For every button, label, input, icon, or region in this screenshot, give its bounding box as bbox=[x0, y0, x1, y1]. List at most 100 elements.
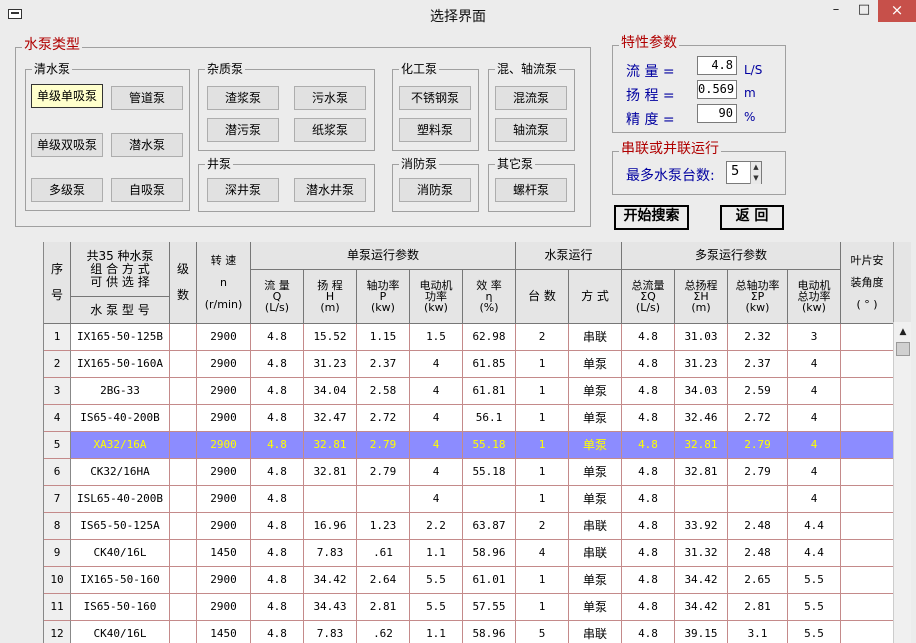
cell-total-head: 39.15 bbox=[675, 621, 728, 643]
vertical-scrollbar[interactable]: ▲ bbox=[893, 322, 911, 643]
table-row[interactable]: 2 IX165-50-160A 2900 4.8 31.23 2.37 4 61.85 1 单泵 4… bbox=[44, 351, 893, 378]
start-search-button[interactable]: 开始搜索 bbox=[614, 205, 689, 230]
spin-down-icon[interactable]: ▼ bbox=[750, 173, 761, 184]
cell-model: IX165-50-160 bbox=[71, 567, 170, 594]
submersible-pump-button[interactable]: 潜水泵 bbox=[111, 133, 183, 157]
cell-speed: 2900 bbox=[197, 513, 251, 540]
scroll-up-icon[interactable]: ▲ bbox=[895, 324, 911, 340]
cell-stages bbox=[170, 513, 197, 540]
cell-head: 34.04 bbox=[304, 378, 357, 405]
submersible-sewage-pump-button[interactable]: 潜污泵 bbox=[207, 118, 279, 142]
pipeline-pump-button[interactable]: 管道泵 bbox=[111, 86, 183, 110]
stainless-pump-button[interactable]: 不锈钢泵 bbox=[399, 86, 471, 110]
cell-speed: 1450 bbox=[197, 621, 251, 643]
impurity-title: 杂质泵 bbox=[205, 61, 246, 77]
plastic-pump-button[interactable]: 塑料泵 bbox=[399, 118, 471, 142]
cell-efficiency: 58.96 bbox=[463, 621, 516, 643]
cell-motor-power: 5.5 bbox=[410, 594, 463, 621]
cell-shaft-power: 2.37 bbox=[357, 351, 410, 378]
max-pumps-spinner[interactable]: 5 ▲ ▼ bbox=[726, 161, 762, 184]
cell-seq: 9 bbox=[44, 540, 71, 567]
cell-shaft-power: .61 bbox=[357, 540, 410, 567]
cell-motor-power: 4 bbox=[410, 351, 463, 378]
max-pumps-label: 最多水泵台数: bbox=[626, 168, 715, 184]
cell-blade-angle bbox=[841, 351, 893, 378]
maximize-button[interactable]: □ bbox=[850, 0, 878, 22]
cell-total-head: 34.03 bbox=[675, 378, 728, 405]
cell-total-head: 32.81 bbox=[675, 459, 728, 486]
table-row[interactable]: 1 IX165-50-125B 2900 4.8 15.52 1.15 1.5 62.98 2 串… bbox=[44, 324, 893, 351]
close-button[interactable]: × bbox=[878, 0, 916, 22]
header-run-group: 水泵运行 bbox=[516, 242, 622, 270]
cell-total-motor: 4 bbox=[788, 432, 841, 459]
table-row[interactable]: 4 IS65-40-200B 2900 4.8 32.47 2.72 4 56.1 1 单泵 4.8… bbox=[44, 405, 893, 432]
cell-shaft-power: 2.64 bbox=[357, 567, 410, 594]
cell-total-flow: 4.8 bbox=[622, 351, 675, 378]
grid-header: 序 号 共35 种水泵 组 合 方 式 可 供 选 择 水 泵 型 号 级 数 … bbox=[44, 242, 893, 324]
chemical-title: 化工泵 bbox=[399, 61, 440, 77]
sewage-pump-button[interactable]: 污水泵 bbox=[294, 86, 366, 110]
screw-pump-button[interactable]: 螺杆泵 bbox=[495, 178, 567, 202]
single-stage-double-suction-button[interactable]: 单级双吸泵 bbox=[31, 133, 103, 157]
results-grid[interactable]: 序 号 共35 种水泵 组 合 方 式 可 供 选 择 水 泵 型 号 级 数 … bbox=[43, 242, 893, 643]
cell-total-motor: 5.5 bbox=[788, 567, 841, 594]
cell-speed: 2900 bbox=[197, 405, 251, 432]
cell-total-motor: 4.4 bbox=[788, 540, 841, 567]
mixed-flow-pump-button[interactable]: 混流泵 bbox=[495, 86, 567, 110]
table-row[interactable]: 11 IS65-50-160 2900 4.8 34.43 2.81 5.5 57.55 1 单泵… bbox=[44, 594, 893, 621]
cell-mode: 单泵 bbox=[569, 378, 622, 405]
table-row[interactable]: 3 2BG-33 2900 4.8 34.04 2.58 4 61.81 1 单泵 4.8 34.03… bbox=[44, 378, 893, 405]
cell-model: IX165-50-160A bbox=[71, 351, 170, 378]
cell-mode: 串联 bbox=[569, 540, 622, 567]
cell-mode: 单泵 bbox=[569, 486, 622, 513]
cell-total-head: 34.42 bbox=[675, 594, 728, 621]
cell-seq: 4 bbox=[44, 405, 71, 432]
axial-flow-pump-button[interactable]: 轴流泵 bbox=[495, 118, 567, 142]
cell-blade-angle bbox=[841, 405, 893, 432]
cell-count: 1 bbox=[516, 459, 569, 486]
self-priming-pump-button[interactable]: 自吸泵 bbox=[111, 178, 183, 202]
cell-speed: 2900 bbox=[197, 378, 251, 405]
deep-well-pump-button[interactable]: 深井泵 bbox=[207, 178, 279, 202]
minimize-button[interactable]: – bbox=[822, 0, 850, 22]
fire-pump-button[interactable]: 消防泵 bbox=[399, 178, 471, 202]
max-pumps-value: 5 bbox=[731, 164, 740, 179]
slurry-pump-button[interactable]: 渣浆泵 bbox=[207, 86, 279, 110]
scroll-thumb[interactable] bbox=[896, 342, 910, 356]
table-row[interactable]: 12 CK40/16L 1450 4.8 7.83.62 1.1 58.96 5 串联 4.8 39… bbox=[44, 621, 893, 643]
cell-total-flow: 4.8 bbox=[622, 486, 675, 513]
table-row[interactable]: 5 XA32/16A 2900 4.8 32.81 2.79 4 55.18 1 单泵 4.8 32.… bbox=[44, 432, 893, 459]
cell-total-shaft bbox=[728, 486, 788, 513]
table-row[interactable]: 8 IS65-50-125A 2900 4.8 16.96 1.23 2.2 63.87 2 串联… bbox=[44, 513, 893, 540]
table-row[interactable]: 9 CK40/16L 1450 4.8 7.83.61 1.1 58.96 4 串联 4.8 31.… bbox=[44, 540, 893, 567]
head-input[interactable]: 0.569 bbox=[697, 80, 737, 99]
header-model: 水 泵 型 号 bbox=[71, 297, 170, 324]
cell-flow: 4.8 bbox=[251, 324, 304, 351]
cell-count: 1 bbox=[516, 378, 569, 405]
cell-flow: 4.8 bbox=[251, 378, 304, 405]
cell-head: 15.52 bbox=[304, 324, 357, 351]
cell-count: 1 bbox=[516, 351, 569, 378]
header-count: 台 数 bbox=[516, 270, 569, 324]
cell-motor-power: 5.5 bbox=[410, 567, 463, 594]
cell-efficiency: 56.1 bbox=[463, 405, 516, 432]
cell-total-flow: 4.8 bbox=[622, 567, 675, 594]
precision-input[interactable]: 90 bbox=[697, 104, 737, 123]
cell-total-flow: 4.8 bbox=[622, 324, 675, 351]
header-shaft-power: 轴功率 P (kw) bbox=[357, 270, 410, 324]
cell-shaft-power: 2.79 bbox=[357, 459, 410, 486]
cell-total-head: 32.81 bbox=[675, 432, 728, 459]
table-row[interactable]: 10 IX165-50-160 2900 4.8 34.42 2.64 5.5 61.01 1 单… bbox=[44, 567, 893, 594]
cell-total-head: 31.23 bbox=[675, 351, 728, 378]
submersible-well-pump-button[interactable]: 潜水井泵 bbox=[294, 178, 366, 202]
pulp-pump-button[interactable]: 纸浆泵 bbox=[294, 118, 366, 142]
multistage-pump-button[interactable]: 多级泵 bbox=[31, 178, 103, 202]
single-stage-single-suction-button[interactable]: 单级单吸泵 bbox=[31, 84, 103, 108]
flow-input[interactable]: 4.8 bbox=[697, 56, 737, 75]
back-button[interactable]: 返 回 bbox=[720, 205, 784, 230]
cell-total-shaft: 2.48 bbox=[728, 540, 788, 567]
table-row[interactable]: 7 ISL65-40-200B 2900 4.8 4 1 单泵 4.8 4 bbox=[44, 486, 893, 513]
cell-stages bbox=[170, 324, 197, 351]
table-row[interactable]: 6 CK32/16HA 2900 4.8 32.81 2.79 4 55.18 1 单泵 4.8 32… bbox=[44, 459, 893, 486]
spin-up-icon[interactable]: ▲ bbox=[750, 162, 761, 173]
